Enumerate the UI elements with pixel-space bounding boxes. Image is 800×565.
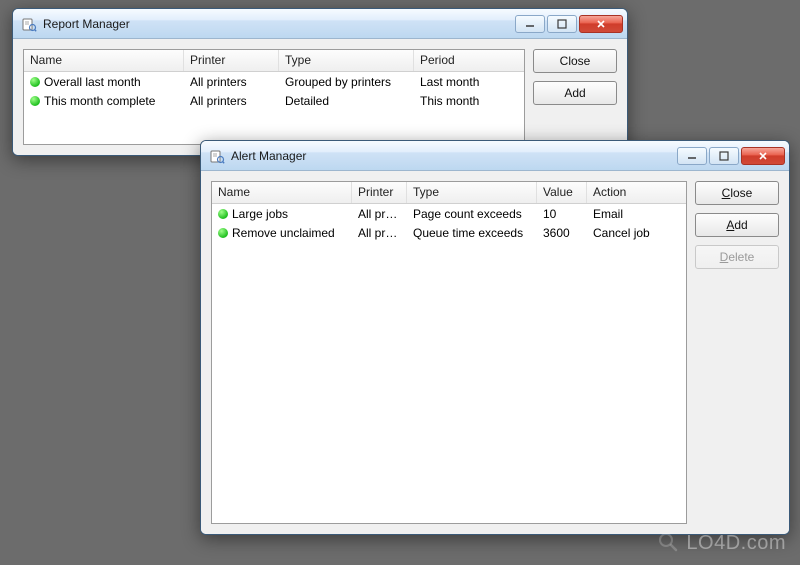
client-area: Name Printer Type Value Action Large job… bbox=[201, 171, 789, 534]
status-active-icon bbox=[30, 96, 40, 106]
col-name[interactable]: Name bbox=[212, 182, 352, 203]
cell-printer: All printers bbox=[184, 93, 279, 109]
cell-printer: All printers bbox=[184, 74, 279, 90]
delete-button: Delete bbox=[695, 245, 779, 269]
col-printer[interactable]: Printer bbox=[184, 50, 279, 71]
col-name[interactable]: Name bbox=[24, 50, 184, 71]
mnemonic: Add bbox=[726, 218, 747, 232]
watermark-text: LO4D.com bbox=[686, 532, 786, 554]
col-period[interactable]: Period bbox=[414, 50, 524, 71]
button-column: Close Add bbox=[533, 49, 617, 145]
window-controls bbox=[515, 15, 623, 33]
col-type[interactable]: Type bbox=[279, 50, 414, 71]
cell-name: Overall last month bbox=[44, 75, 141, 89]
titlebar[interactable]: Report Manager bbox=[13, 9, 627, 39]
cell-printer: All pr… bbox=[352, 225, 407, 241]
report-list[interactable]: Name Printer Type Period Overall last mo… bbox=[23, 49, 525, 145]
report-manager-window: Report Manager Name Printer Type Period bbox=[12, 8, 628, 156]
client-area: Name Printer Type Period Overall last mo… bbox=[13, 39, 627, 155]
app-icon bbox=[21, 16, 37, 32]
cell-type: Page count exceeds bbox=[407, 206, 537, 222]
add-button[interactable]: Add bbox=[533, 81, 617, 105]
table-row[interactable]: Large jobs All pr… Page count exceeds 10… bbox=[212, 204, 686, 223]
col-printer[interactable]: Printer bbox=[352, 182, 407, 203]
cell-period: This month bbox=[414, 93, 524, 109]
status-active-icon bbox=[30, 77, 40, 87]
cell-action: Email bbox=[587, 206, 686, 222]
add-button[interactable]: Add bbox=[695, 213, 779, 237]
close-button[interactable]: Close bbox=[695, 181, 779, 205]
col-value[interactable]: Value bbox=[537, 182, 587, 203]
close-button[interactable]: Close bbox=[533, 49, 617, 73]
table-row[interactable]: Overall last month All printers Grouped … bbox=[24, 72, 524, 91]
cell-value: 3600 bbox=[537, 225, 587, 241]
cell-type: Queue time exceeds bbox=[407, 225, 537, 241]
table-row[interactable]: This month complete All printers Detaile… bbox=[24, 91, 524, 110]
table-row[interactable]: Remove unclaimed All pr… Queue time exce… bbox=[212, 223, 686, 242]
col-type[interactable]: Type bbox=[407, 182, 537, 203]
mnemonic: Delete bbox=[720, 250, 755, 264]
magnifier-icon bbox=[658, 532, 684, 554]
watermark: LO4D.com bbox=[658, 532, 786, 555]
list-body: Overall last month All printers Grouped … bbox=[24, 72, 524, 144]
cell-name: Large jobs bbox=[232, 207, 288, 221]
maximize-button[interactable] bbox=[547, 15, 577, 33]
cell-type: Detailed bbox=[279, 93, 414, 109]
cell-type: Grouped by printers bbox=[279, 74, 414, 90]
app-icon bbox=[209, 148, 225, 164]
minimize-button[interactable] bbox=[677, 147, 707, 165]
status-active-icon bbox=[218, 228, 228, 238]
window-title: Alert Manager bbox=[231, 149, 677, 163]
status-active-icon bbox=[218, 209, 228, 219]
titlebar[interactable]: Alert Manager bbox=[201, 141, 789, 171]
cell-name: This month complete bbox=[44, 94, 155, 108]
list-header[interactable]: Name Printer Type Value Action bbox=[212, 182, 686, 204]
list-header[interactable]: Name Printer Type Period bbox=[24, 50, 524, 72]
window-title: Report Manager bbox=[43, 17, 515, 31]
close-window-button[interactable] bbox=[579, 15, 623, 33]
cell-action: Cancel job bbox=[587, 225, 686, 241]
close-window-button[interactable] bbox=[741, 147, 785, 165]
maximize-button[interactable] bbox=[709, 147, 739, 165]
list-body: Large jobs All pr… Page count exceeds 10… bbox=[212, 204, 686, 523]
col-action[interactable]: Action bbox=[587, 182, 686, 203]
alert-list[interactable]: Name Printer Type Value Action Large job… bbox=[211, 181, 687, 524]
cell-printer: All pr… bbox=[352, 206, 407, 222]
cell-period: Last month bbox=[414, 74, 524, 90]
window-controls bbox=[677, 147, 785, 165]
button-column: Close Add Delete bbox=[695, 181, 779, 524]
cell-value: 10 bbox=[537, 206, 587, 222]
alert-manager-window: Alert Manager Name Printer Type Value bbox=[200, 140, 790, 535]
minimize-button[interactable] bbox=[515, 15, 545, 33]
mnemonic: Close bbox=[722, 186, 753, 200]
cell-name: Remove unclaimed bbox=[232, 226, 335, 240]
